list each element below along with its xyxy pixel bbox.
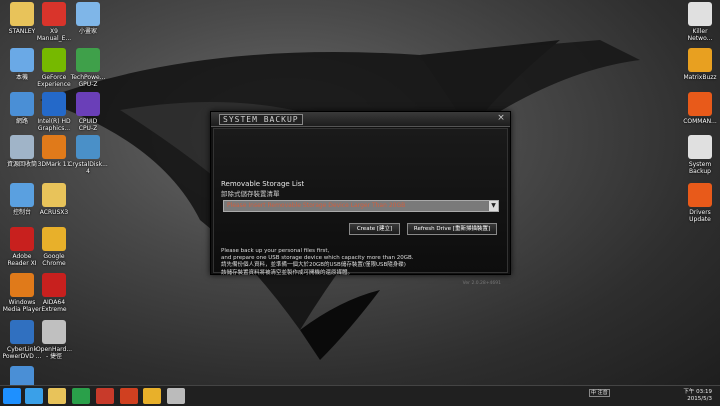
desktop-icon-label: CrystalDisk... 4 [68, 161, 108, 175]
desktop-icon[interactable]: 小畫家 [68, 2, 108, 35]
media-player-icon [10, 273, 34, 297]
desktop-icon-label: MatrixBuzz [683, 74, 717, 81]
system-backup-icon [688, 135, 712, 159]
recycle-bin-icon [10, 135, 34, 159]
app-icon[interactable] [96, 388, 114, 404]
folder-icon [42, 183, 66, 207]
store-icon[interactable] [72, 388, 90, 404]
system-backup-dialog: SYSTEM BACKUP × Removable Storage List 卸… [210, 111, 511, 286]
desktop-icon[interactable]: CPUID CPU-Z [68, 92, 108, 132]
crystaldisk-icon [76, 135, 100, 159]
ie-icon[interactable] [25, 388, 43, 404]
desktop-icon[interactable]: System Backup [680, 135, 720, 175]
desktop-icon[interactable]: MatrixBuzz [680, 48, 720, 81]
adobe-reader-icon [10, 227, 34, 251]
paint-icon [76, 2, 100, 26]
desktop-icon-label: CPUID CPU-Z [78, 118, 98, 132]
geforce-icon [42, 48, 66, 72]
pdf-icon [42, 2, 66, 26]
clock-date: 2015/5/3 [687, 396, 712, 402]
desktop-icon[interactable]: CrystalDisk... 4 [68, 135, 108, 175]
desktop-icon[interactable]: AIDA64 Extreme [34, 273, 74, 313]
control-panel-icon [10, 183, 34, 207]
aida64-icon [42, 273, 66, 297]
desktop-icon[interactable]: TechPowe... GPU-Z [68, 48, 108, 88]
desktop-icon-label: AIDA64 Extreme [41, 299, 67, 313]
desktop-icon[interactable]: OpenHard... - 捷徑 [34, 320, 74, 360]
drivers-update-icon [688, 183, 712, 207]
cpuz-icon [76, 92, 100, 116]
desktop-icon-label: Drivers Update [689, 209, 711, 223]
computer-icon [10, 48, 34, 72]
storage-device-select-value: Please Insert Removable Storage Device L… [227, 202, 406, 209]
killer-icon [688, 2, 712, 26]
matrixbuzz-icon [688, 48, 712, 72]
desktop-icon[interactable]: ACRUSX3 [34, 183, 74, 216]
desktop-icon-label: OpenHard... - 捷徑 [35, 346, 73, 360]
create-button[interactable]: Create [建立] [349, 223, 400, 235]
desktop-icon-label: TechPowe... GPU-Z [70, 74, 106, 88]
network-icon [10, 92, 34, 116]
gpuz-icon [76, 48, 100, 72]
explorer-icon[interactable] [48, 388, 66, 404]
info-line: Please back up your personal files first… [221, 248, 330, 254]
desktop-icon[interactable]: Google Chrome [34, 227, 74, 267]
backup-info-text: Please back up your personal files first… [221, 248, 413, 277]
chrome-icon [42, 227, 66, 251]
clock[interactable]: 下午 03:19 2015/5/3 [683, 389, 712, 403]
dialog-body: Removable Storage List 卸除式儲存裝置清單 Please … [213, 128, 508, 286]
desktop-icon-label: System Backup [688, 161, 712, 175]
desktop-icon-label: COMMAN... [683, 118, 717, 125]
app2-icon[interactable] [120, 388, 138, 404]
storage-device-select[interactable]: Please Insert Removable Storage Device L… [223, 200, 499, 212]
ime-indicator[interactable]: 中 注音 [589, 389, 610, 397]
clock-time: 下午 03:19 [683, 389, 712, 395]
info-line: 請先備份個人資料，並準備一個大於20GB的USB儲存裝置(僅限USB隨身碟) [221, 262, 406, 269]
desktop-icon-label: ACRUSX3 [39, 209, 69, 216]
powerdvd-icon [10, 320, 34, 344]
openhardware-icon [42, 320, 66, 344]
backup-app-icon[interactable] [167, 388, 185, 404]
version-label: Ver 2.0.28+4691 [462, 281, 501, 286]
desktop-icon-label: Killer Netwo... [687, 28, 713, 42]
storage-list-heading-zh: 卸除式儲存裝置清單 [221, 190, 280, 198]
desktop-icon[interactable]: Killer Netwo... [680, 2, 720, 42]
taskbar: 中 注音 下午 03:19 2015/5/3 [0, 385, 720, 406]
user-folder-icon [10, 2, 34, 26]
storage-list-heading: Removable Storage List [221, 180, 305, 188]
close-icon[interactable]: × [495, 113, 507, 124]
desktop-icon-label: Google Chrome [42, 253, 66, 267]
chrome-icon[interactable] [143, 388, 161, 404]
start-icon[interactable] [3, 388, 21, 404]
3dmark-icon [42, 135, 66, 159]
desktop-icon[interactable]: Drivers Update [680, 183, 720, 223]
dialog-title: SYSTEM BACKUP [219, 114, 303, 125]
intel-icon [42, 92, 66, 116]
desktop-icon-label: 小畫家 [78, 28, 97, 35]
desktop-icon[interactable]: COMMAN... [680, 92, 720, 125]
dialog-titlebar[interactable]: SYSTEM BACKUP × [211, 112, 510, 127]
info-line: 該儲存裝置資料將被清空並製作成可開機的還原媒體。 [221, 269, 354, 276]
chevron-down-icon[interactable]: ▼ [488, 201, 498, 211]
command-center-icon [688, 92, 712, 116]
refresh-drive-button[interactable]: Refresh Drive [重新掃描裝置] [407, 223, 497, 235]
